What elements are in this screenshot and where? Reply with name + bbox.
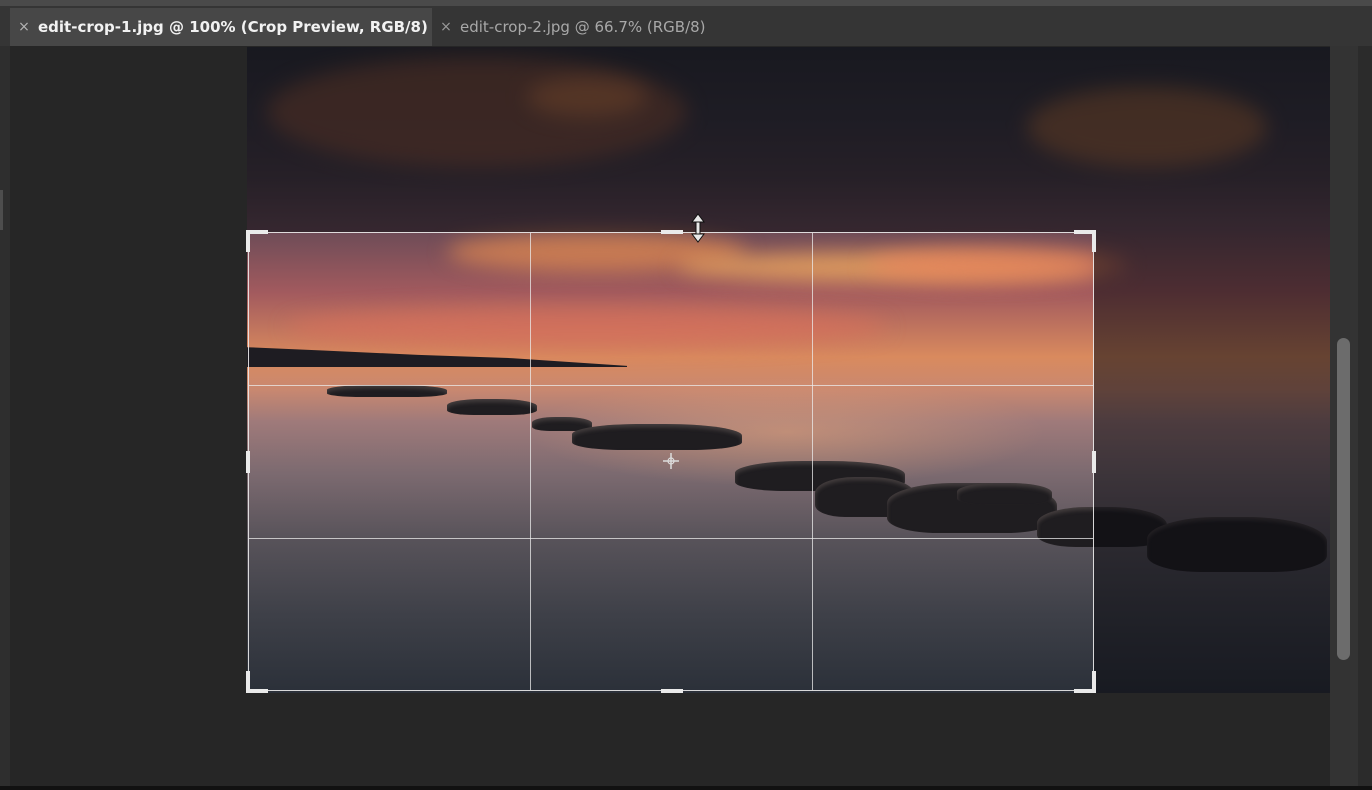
crop-handle-bottom[interactable] [661, 689, 683, 693]
tab-edit-crop-2[interactable]: × edit-crop-2.jpg @ 66.7% (RGB/8) [432, 8, 752, 46]
right-panel-edge [1358, 46, 1372, 790]
scrollbar-thumb[interactable] [1337, 338, 1350, 660]
crop-handle-top-left[interactable] [246, 230, 268, 252]
left-panel-edge [0, 46, 10, 790]
panel-collapse-handle[interactable] [0, 190, 3, 230]
thirds-gridline-horizontal [249, 538, 1093, 539]
tab-label: edit-crop-2.jpg @ 66.7% (RGB/8) [460, 18, 706, 36]
thirds-gridline-vertical [530, 233, 531, 690]
thirds-gridline-horizontal [249, 385, 1093, 386]
crop-handle-bottom-left[interactable] [246, 671, 268, 693]
resize-vertical-cursor-icon [691, 213, 705, 243]
crop-handle-left[interactable] [246, 451, 250, 473]
crop-handle-top[interactable] [661, 230, 683, 234]
document-tab-bar: × edit-crop-1.jpg @ 100% (Crop Preview, … [0, 6, 1372, 46]
bottom-border [0, 786, 1372, 790]
thirds-gridline-vertical [812, 233, 813, 690]
tab-edit-crop-1[interactable]: × edit-crop-1.jpg @ 100% (Crop Preview, … [10, 8, 432, 46]
tab-close-icon[interactable]: × [432, 19, 460, 35]
tab-close-icon[interactable]: × [10, 19, 38, 35]
crop-handle-right[interactable] [1092, 451, 1096, 473]
crop-shield-top [247, 47, 1330, 232]
crop-handle-top-right[interactable] [1074, 230, 1096, 252]
crop-handle-bottom-right[interactable] [1074, 671, 1096, 693]
crop-center-icon [663, 453, 679, 469]
tab-label: edit-crop-1.jpg @ 100% (Crop Preview, RG… [38, 18, 428, 36]
crop-shield-right [1094, 232, 1330, 693]
